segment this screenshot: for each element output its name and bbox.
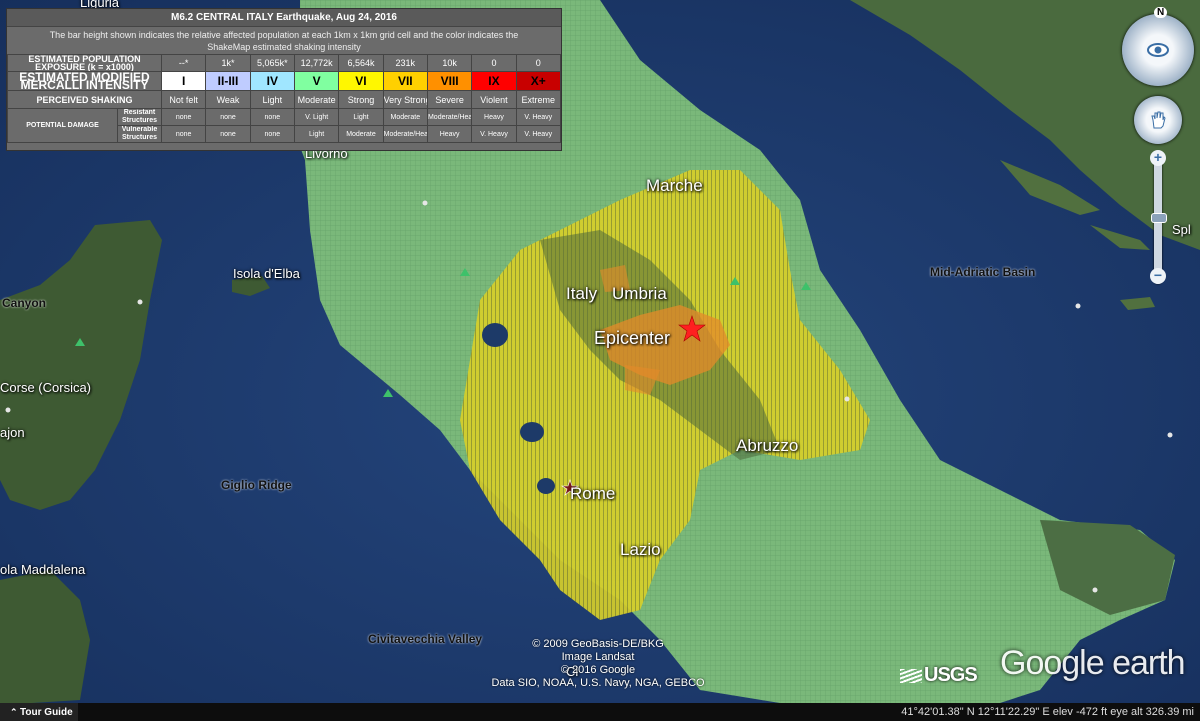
legend-header-resistant: Resistant Structures: [117, 108, 162, 126]
legend-resistant-cell: Moderate/Heavy: [426, 108, 473, 126]
legend-row-shaking: PERCEIVED SHAKING Not felt Weak Light Modera…: [7, 90, 562, 109]
attribution-line-4: Data SIO, NOAA, U.S. Navy, NGA, GEBCO: [491, 677, 705, 689]
label-abruzzo: Abruzzo: [736, 436, 799, 455]
label-corse: Corse (Corsica): [0, 380, 92, 395]
legend-vulnerable-cell: none: [249, 125, 295, 143]
usgs-logo: USGS: [900, 664, 978, 687]
legend-population-cell: 231k: [382, 54, 428, 72]
legend-population-cell: 1k*: [205, 54, 251, 72]
tour-guide-arrow-icon: ⌃: [10, 707, 21, 717]
legend-shaking-cell: Weak: [205, 90, 251, 109]
legend-population-cell: 10k: [426, 54, 473, 72]
tour-guide-button[interactable]: ⌃ Tour Guide: [0, 703, 78, 721]
label-canyon: Canyon: [2, 296, 47, 310]
legend-vulnerable-cell: Heavy: [426, 125, 473, 143]
label-lazio: Lazio: [620, 540, 661, 559]
legend-vulnerable-cell: V. Heavy: [515, 125, 562, 143]
label-rome: Rome: [570, 484, 616, 503]
label-isola-delba: Isola d'Elba: [233, 266, 300, 281]
legend-population-cell: 5,065k*: [249, 54, 295, 72]
lake-bolsena: [520, 422, 544, 442]
legend-population-cell: --*: [160, 54, 207, 72]
legend-shaking-cell: Strong: [338, 90, 384, 109]
legend-mmi-cell: VIII: [426, 71, 473, 91]
legend-header-damage: POTENTIAL DAMAGE: [7, 108, 118, 143]
legend-title: M6.2 CENTRAL ITALY Earthquake, Aug 24, 2…: [7, 9, 561, 27]
zoom-slider-thumb[interactable]: [1151, 213, 1167, 223]
legend-vulnerable-cell: none: [205, 125, 251, 143]
lake-trasimeno: [482, 323, 508, 347]
legend-header-population: ESTIMATED POPULATION EXPOSURE (k = x1000…: [7, 54, 162, 72]
shakemap-legend: M6.2 CENTRAL ITALY Earthquake, Aug 24, 2…: [6, 8, 562, 151]
legend-shaking-cell: Moderate: [293, 90, 340, 109]
coordinates-readout: 41°42'01.38" N 12°11'22.29" E elev -472 …: [901, 706, 1194, 718]
legend-resistant-cell: none: [249, 108, 295, 126]
legend-resistant-cell: Light: [338, 108, 384, 126]
usgs-logo-text: USGS: [924, 664, 978, 686]
legend-vulnerable-cell: Moderate/Heavy: [382, 125, 428, 143]
legend-mmi-cell: IX: [471, 71, 517, 91]
legend-table: ESTIMATED POPULATION EXPOSURE (k = x1000…: [7, 54, 562, 143]
legend-mmi-cell: V: [293, 71, 340, 91]
legend-shaking-cell: Not felt: [160, 90, 207, 109]
legend-shaking-cell: Light: [249, 90, 295, 109]
legend-resistant-cell: Moderate: [382, 108, 428, 126]
label-civitavecchia-valley: Civitavecchia Valley: [368, 632, 483, 646]
legend-header-vulnerable: Vulnerable Structures: [117, 125, 162, 143]
legend-population-cell: 0: [471, 54, 517, 72]
eye-icon: [1147, 43, 1169, 57]
label-mid-adriatic-basin: Mid-Adriatic Basin: [930, 265, 1036, 279]
legend-vulnerable-cell: Moderate: [338, 125, 384, 143]
zoom-out-button[interactable]: −: [1150, 268, 1166, 284]
label-italy: Italy: [566, 284, 598, 303]
legend-resistant-cell: Heavy: [471, 108, 517, 126]
legend-resistant-cell: V. Heavy: [515, 108, 562, 126]
legend-mmi-cell: VII: [382, 71, 428, 91]
north-indicator[interactable]: N: [1154, 7, 1168, 18]
legend-mmi-cell: VI: [338, 71, 384, 91]
label-ajon: ajon: [0, 425, 25, 440]
map-attribution: © 2009 GeoBasis-DE/BKG Image Landsat © 2…: [482, 638, 714, 690]
legend-vulnerable-cell: none: [160, 125, 207, 143]
legend-vulnerable-cell: Light: [293, 125, 340, 143]
hand-icon: [1151, 111, 1166, 129]
legend-population-cell: 12,772k: [293, 54, 340, 72]
legend-mmi-cell: I: [160, 71, 207, 91]
legend-description: The bar height shown indicates the relat…: [49, 30, 519, 52]
legend-mmi-cell: IV: [249, 71, 295, 91]
google-earth-view[interactable]: Marche Italy Umbria Epicenter Abruzzo Ro…: [0, 0, 1200, 721]
legend-row-population: ESTIMATED POPULATION EXPOSURE (k = x1000…: [7, 54, 562, 72]
zoom-in-button[interactable]: +: [1150, 150, 1166, 166]
legend-population-cell: 6,564k: [338, 54, 384, 72]
legend-resistant-cell: none: [205, 108, 251, 126]
legend-shaking-cell: Extreme: [515, 90, 562, 109]
usgs-wave-icon: [900, 668, 922, 683]
label-giglio-ridge: Giglio Ridge: [221, 478, 292, 492]
legend-shaking-cell: Very Strong: [382, 90, 428, 109]
label-epicenter: Epicenter: [594, 328, 671, 348]
legend-vulnerable-cell: V. Heavy: [471, 125, 517, 143]
lake-bracciano: [537, 478, 555, 494]
legend-resistant-cell: V. Light: [293, 108, 340, 126]
label-la-maddalena: ola Maddalena: [0, 562, 86, 577]
legend-mmi-cell: II-III: [205, 71, 251, 91]
legend-row-mmi: ESTIMATED MODIFIED MERCALLI INTENSITY I II…: [7, 71, 562, 91]
attribution-line-3: © 2016 Google: [560, 664, 636, 676]
label-marche: Marche: [646, 176, 703, 195]
tour-guide-label: Tour Guide: [20, 707, 73, 718]
legend-resistant-cell: none: [160, 108, 207, 126]
legend-header-mmi: ESTIMATED MODIFIED MERCALLI INTENSITY: [7, 71, 162, 91]
status-bar: ⌃ Tour Guide 41°42'01.38" N 12°11'22.29"…: [0, 703, 1200, 721]
google-earth-logo: Google earth: [1000, 644, 1186, 682]
legend-header-shaking: PERCEIVED SHAKING: [7, 90, 162, 109]
label-split: Spl: [1172, 222, 1191, 237]
label-umbria: Umbria: [612, 284, 667, 303]
legend-population-cell: 0: [515, 54, 562, 72]
attribution-line-2: Image Landsat: [561, 651, 635, 663]
legend-shaking-cell: Violent: [471, 90, 517, 109]
attribution-line-1: © 2009 GeoBasis-DE/BKG: [532, 638, 664, 650]
legend-mmi-cell: X+: [515, 71, 562, 91]
legend-row-resistant: POTENTIAL DAMAGE Resistant Structures none…: [7, 108, 562, 143]
legend-shaking-cell: Severe: [426, 90, 473, 109]
